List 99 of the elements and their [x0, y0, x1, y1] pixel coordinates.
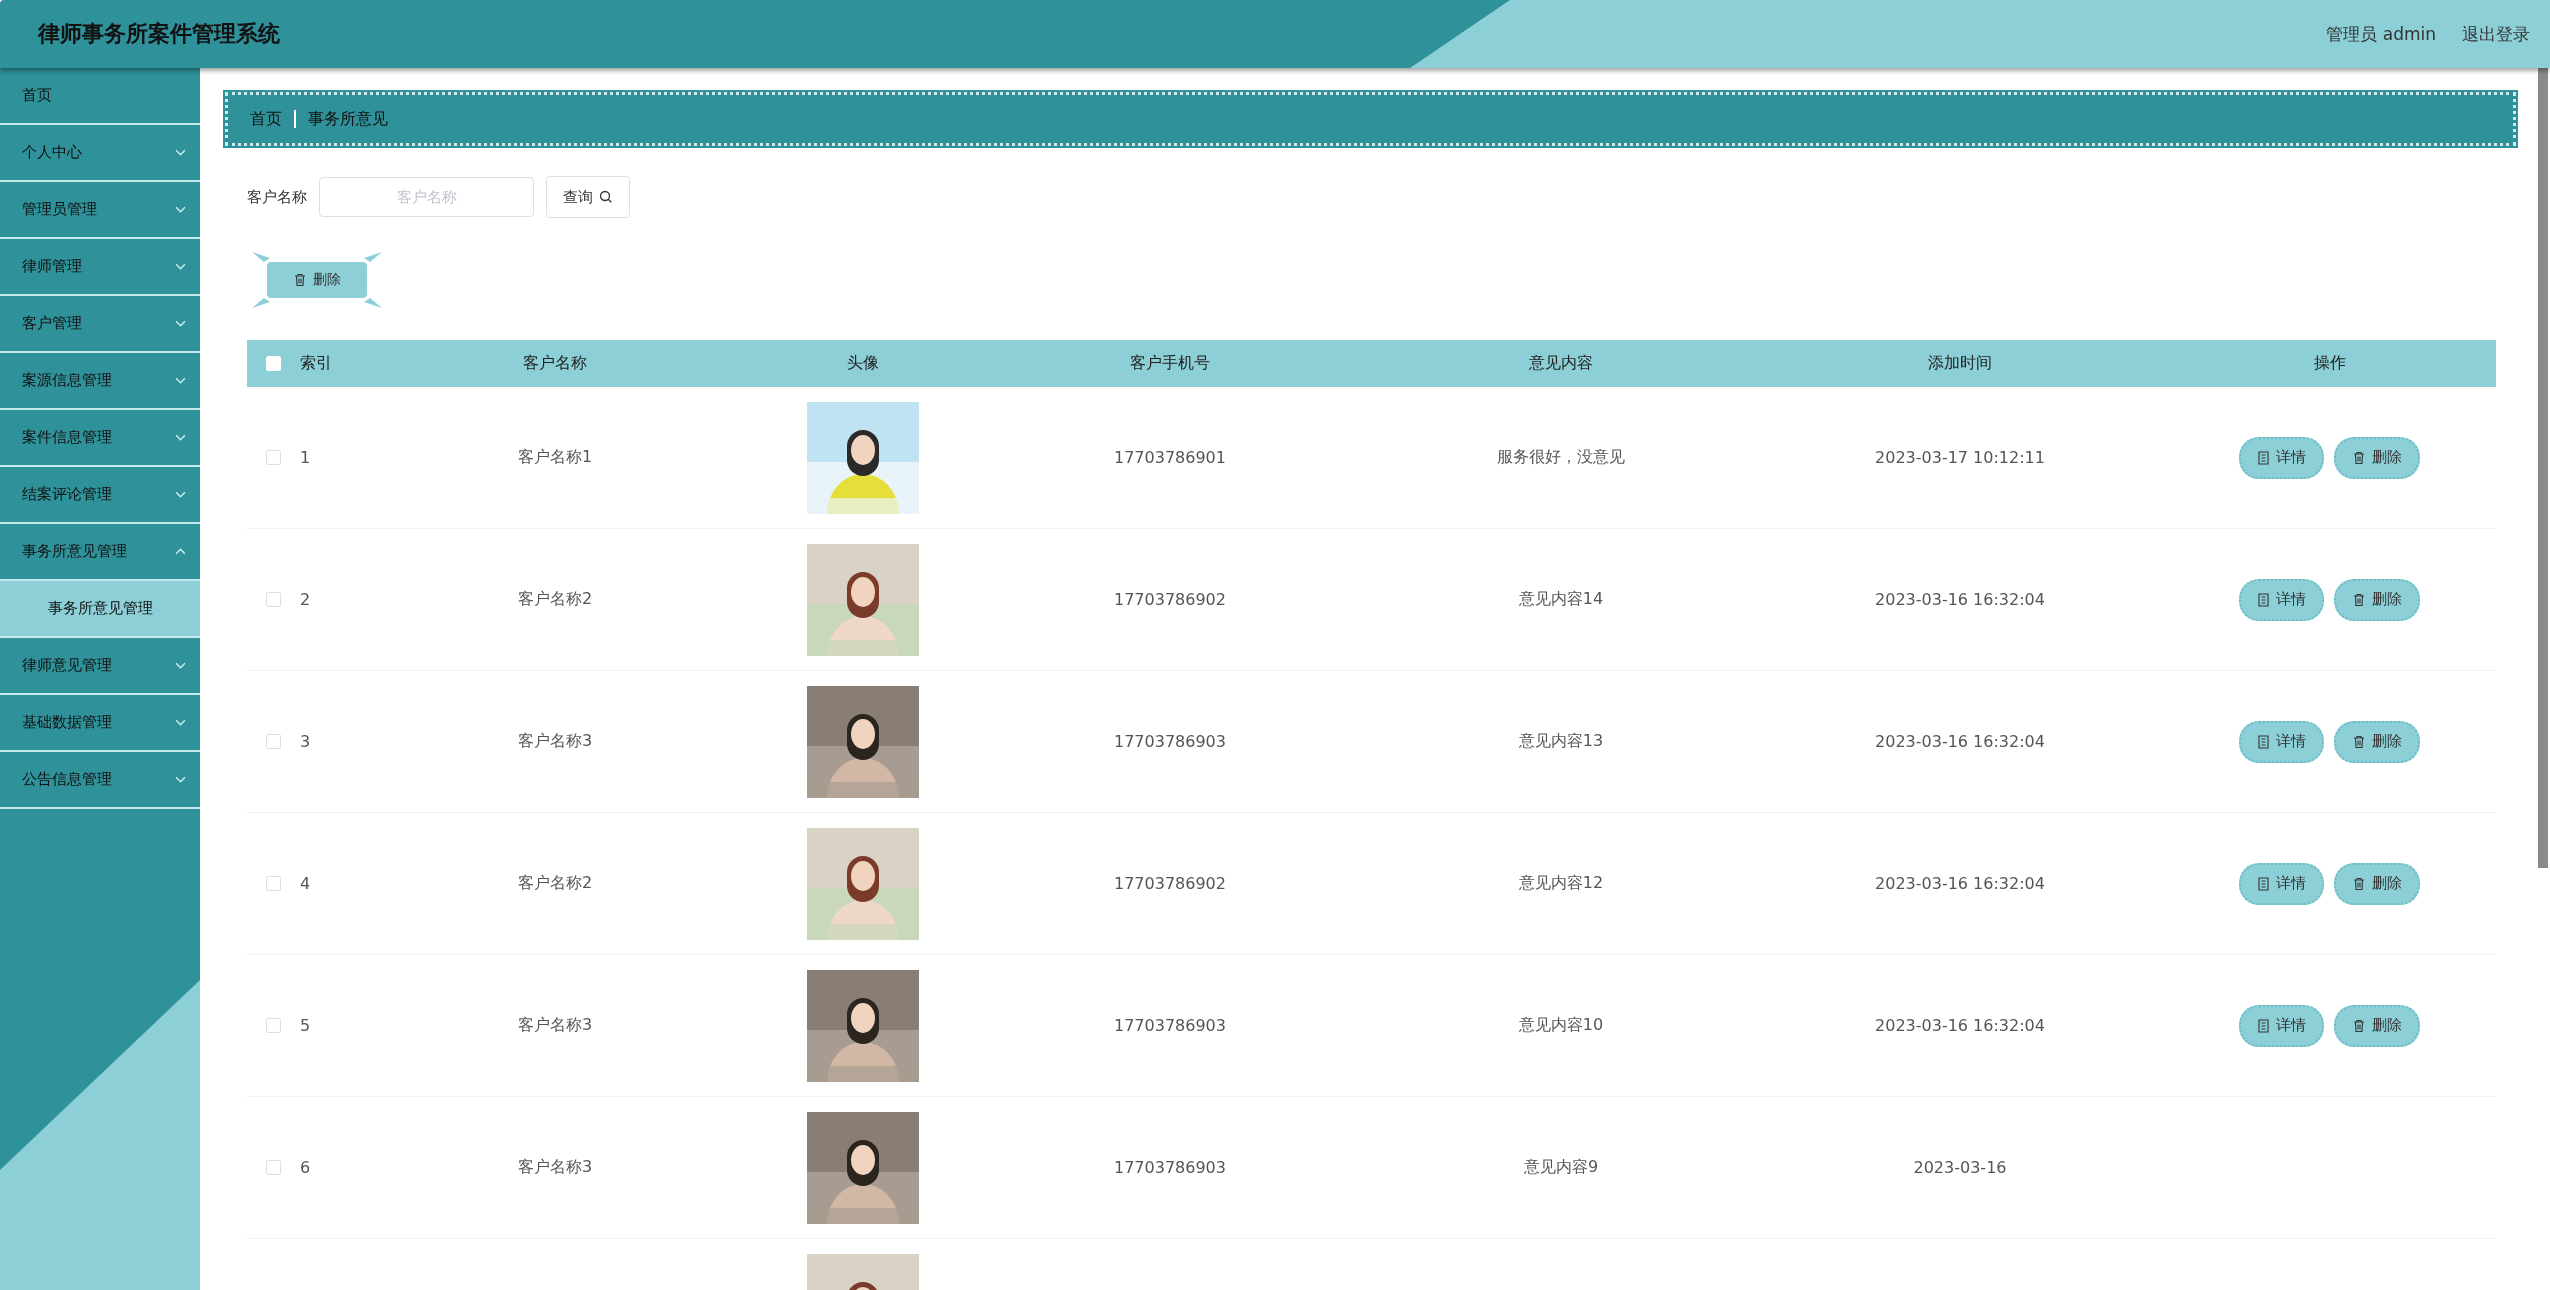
delete-button[interactable]: 删除: [2334, 578, 2420, 621]
sidebar-item[interactable]: 公告信息管理: [0, 752, 200, 809]
column-header: 客户名称: [523, 353, 587, 374]
column-header: 客户手机号: [1130, 353, 1210, 374]
details-button[interactable]: 详情: [2239, 578, 2324, 621]
column-header: 添加时间: [1928, 353, 1992, 374]
breadcrumb-link[interactable]: 首页: [250, 108, 282, 130]
table-cell: 2023-03-16 16:32:04: [1875, 874, 2045, 893]
delete-button[interactable]: 删除: [2334, 436, 2420, 479]
app-title: 律师事务所案件管理系统: [38, 20, 280, 48]
search-field[interactable]: 客户名称: [319, 177, 534, 217]
table-cell: 5: [300, 1016, 311, 1035]
table-cell: 客户名称2: [517, 589, 593, 610]
sidebar-item[interactable]: 律师管理: [0, 239, 200, 296]
chevron-icon: [175, 662, 186, 669]
table-cell: 客户名称1: [517, 447, 593, 468]
user-label: 管理员 admin: [2326, 22, 2436, 46]
table-cell: 客户名称3: [517, 1015, 593, 1036]
table-cell: 意见内容14: [1518, 589, 1604, 610]
table-cell: 2023-03-16 16:32:04: [1875, 590, 2045, 609]
table-cell: 意见内容9: [1523, 1157, 1599, 1178]
search-label: 客户名称: [247, 187, 307, 207]
row-checkbox[interactable]: [266, 1160, 281, 1175]
table-cell: 2023-03-16: [1913, 1158, 2007, 1177]
sidebar-item[interactable]: 案件信息管理: [0, 410, 200, 467]
table-cell: 3: [300, 732, 311, 751]
table-cell: 4: [300, 874, 311, 893]
document-icon: [2257, 876, 2270, 891]
sidebar-item[interactable]: 首页: [0, 68, 200, 125]
chevron-icon: [175, 263, 186, 270]
chevron-icon: [175, 491, 186, 498]
details-button[interactable]: 详情: [2239, 862, 2324, 905]
chevron-icon: [175, 149, 186, 156]
table-cell: 17703786903: [1114, 1158, 1226, 1177]
table-cell: 意见内容12: [1518, 873, 1604, 894]
table-cell: 客户名称3: [517, 731, 593, 752]
delete-button[interactable]: 删除: [2334, 1004, 2420, 1047]
row-checkbox[interactable]: [266, 734, 281, 749]
document-icon: [2257, 450, 2270, 465]
chevron-icon: [175, 719, 186, 726]
chevron-icon: [175, 206, 186, 213]
table-cell: 17703786903: [1114, 1016, 1226, 1035]
document-icon: [2257, 592, 2270, 607]
table-cell: 17703786903: [1114, 732, 1226, 751]
table-cell: 意见内容10: [1518, 1015, 1604, 1036]
column-header: 头像: [846, 353, 879, 374]
table-cell: 客户名称3: [517, 1157, 593, 1178]
table-cell: 17703786901: [1114, 448, 1226, 467]
logout-link[interactable]: 退出登录: [2462, 22, 2530, 46]
select-all-checkbox[interactable]: [266, 356, 281, 371]
chevron-icon: [175, 434, 186, 441]
table-cell: 2023-03-17 10:12:11: [1875, 448, 2045, 467]
row-checkbox[interactable]: [266, 1018, 281, 1033]
row-checkbox[interactable]: [266, 592, 281, 607]
trash-icon: [2352, 1018, 2366, 1033]
table-cell: 2023-03-16 16:32:04: [1875, 732, 2045, 751]
table-cell: 2023-03-16 16:32:04: [1875, 1016, 2045, 1035]
table-cell: 1: [300, 448, 311, 467]
trash-icon: [2352, 592, 2366, 607]
details-button[interactable]: 详情: [2239, 720, 2324, 763]
delete-button[interactable]: 删除: [252, 252, 382, 308]
document-icon: [2257, 734, 2270, 749]
column-header: 意见内容: [1529, 353, 1593, 374]
table-cell: 2: [300, 590, 311, 609]
table-cell: 6: [300, 1158, 311, 1177]
table-cell: 客户名称2: [517, 873, 593, 894]
search-icon: [599, 190, 613, 204]
sidebar-item[interactable]: 案源信息管理: [0, 353, 200, 410]
sidebar-item[interactable]: 个人中心: [0, 125, 200, 182]
details-button[interactable]: 详情: [2239, 436, 2324, 479]
delete-button[interactable]: 删除: [2334, 862, 2420, 905]
chevron-icon: [175, 776, 186, 783]
table-cell: 17703786902: [1114, 590, 1226, 609]
document-icon: [2257, 1018, 2270, 1033]
chevron-icon: [175, 377, 186, 384]
column-header: 操作: [2313, 353, 2346, 374]
sidebar-item[interactable]: 管理员管理: [0, 182, 200, 239]
row-checkbox[interactable]: [266, 876, 281, 891]
sidebar-item[interactable]: 基础数据管理: [0, 695, 200, 752]
sidebar-item[interactable]: 律师意见管理: [0, 638, 200, 695]
search-button[interactable]: 查询: [546, 176, 630, 218]
row-checkbox[interactable]: [266, 450, 281, 465]
breadcrumb-link[interactable]: 事务所意见: [308, 108, 388, 130]
table-cell: 意见内容13: [1518, 731, 1604, 752]
chevron-icon: [175, 548, 186, 555]
trash-icon: [2352, 734, 2366, 749]
sidebar-item[interactable]: 结案评论管理: [0, 467, 200, 524]
column-header: 索引: [300, 353, 332, 374]
trash-icon: [2352, 450, 2366, 465]
table-cell: 服务很好，没意见: [1497, 447, 1625, 468]
table-cell: 17703786902: [1114, 874, 1226, 893]
trash-icon: [2352, 876, 2366, 891]
sidebar-item[interactable]: 客户管理: [0, 296, 200, 353]
scrollbar[interactable]: [2538, 68, 2548, 868]
details-button[interactable]: 详情: [2239, 1004, 2324, 1047]
sidebar-subitem[interactable]: 事务所意见管理: [0, 581, 200, 638]
delete-button[interactable]: 删除: [2334, 720, 2420, 763]
chevron-icon: [175, 320, 186, 327]
trash-icon: [293, 273, 307, 287]
